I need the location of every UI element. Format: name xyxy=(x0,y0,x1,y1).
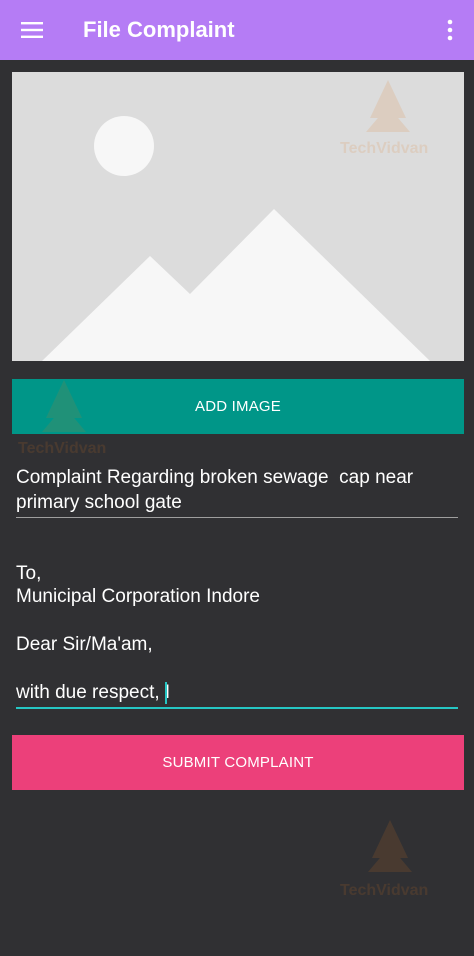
page-title: File Complaint xyxy=(83,17,235,42)
body-line: with due respect, I xyxy=(16,682,171,703)
complaint-subject-value: Complaint Regarding broken sewage cap ne… xyxy=(16,467,419,513)
complaint-body-field[interactable]: To, Municipal Corporation Indore Dear Si… xyxy=(16,559,458,709)
body-line: Municipal Corporation Indore xyxy=(16,586,260,607)
app-bar: File Complaint xyxy=(0,0,474,60)
submit-complaint-button[interactable]: SUBMIT COMPLAINT xyxy=(12,735,464,790)
complaint-subject-field[interactable]: Complaint Regarding broken sewage cap ne… xyxy=(16,465,458,518)
hamburger-menu-icon[interactable] xyxy=(20,18,44,42)
complaint-image-placeholder xyxy=(12,72,464,361)
watermark-logo-bottom: TechVidvan xyxy=(338,818,448,902)
body-line: Dear Sir/Ma'am, xyxy=(16,634,153,655)
image-placeholder-icon xyxy=(12,72,464,361)
more-vert-icon[interactable] xyxy=(440,17,460,43)
text-cursor xyxy=(165,682,167,704)
add-image-button[interactable]: ADD IMAGE xyxy=(12,379,464,434)
body-line: To, xyxy=(16,563,42,584)
